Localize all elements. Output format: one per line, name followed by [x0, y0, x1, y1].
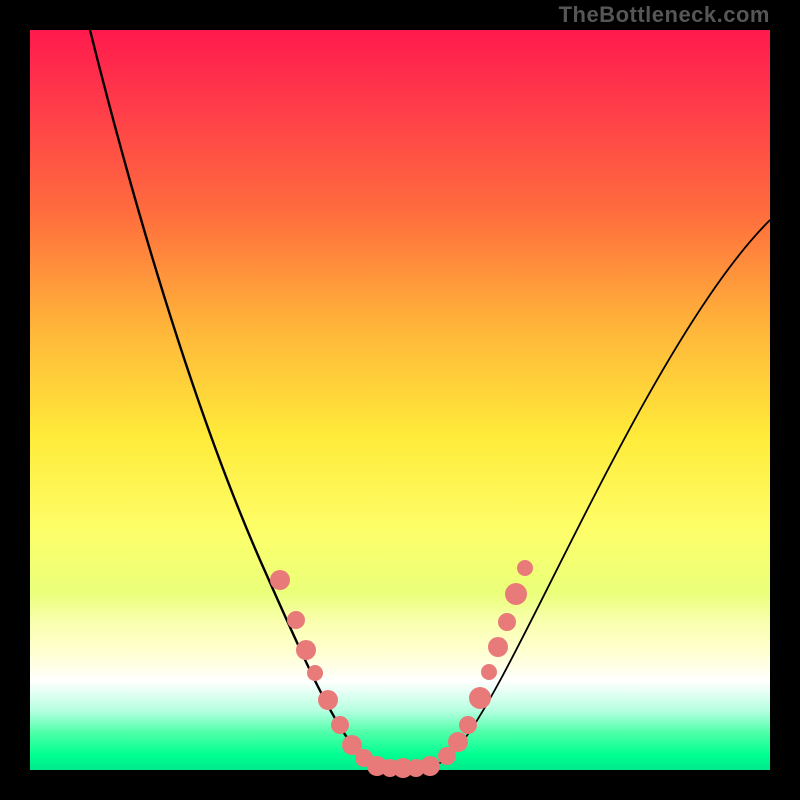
curve-left — [90, 30, 395, 768]
marker-dot — [481, 664, 497, 680]
marker-dot — [488, 637, 508, 657]
chart-svg — [0, 0, 800, 800]
marker-dot — [270, 570, 290, 590]
marker-dot — [331, 716, 349, 734]
marker-dot — [459, 716, 477, 734]
bottleneck-curve — [90, 30, 770, 768]
marker-dot — [287, 611, 305, 629]
marker-dot — [448, 732, 468, 752]
marker-dot — [469, 687, 491, 709]
marker-dot — [498, 613, 516, 631]
marker-dot — [318, 690, 338, 710]
curve-right — [420, 220, 770, 768]
marker-dot — [505, 583, 527, 605]
marker-dot — [296, 640, 316, 660]
highlighted-points — [270, 560, 533, 778]
marker-dot — [307, 665, 323, 681]
marker-dot — [420, 756, 440, 776]
chart-frame: TheBottleneck.com — [0, 0, 800, 800]
marker-dot — [517, 560, 533, 576]
